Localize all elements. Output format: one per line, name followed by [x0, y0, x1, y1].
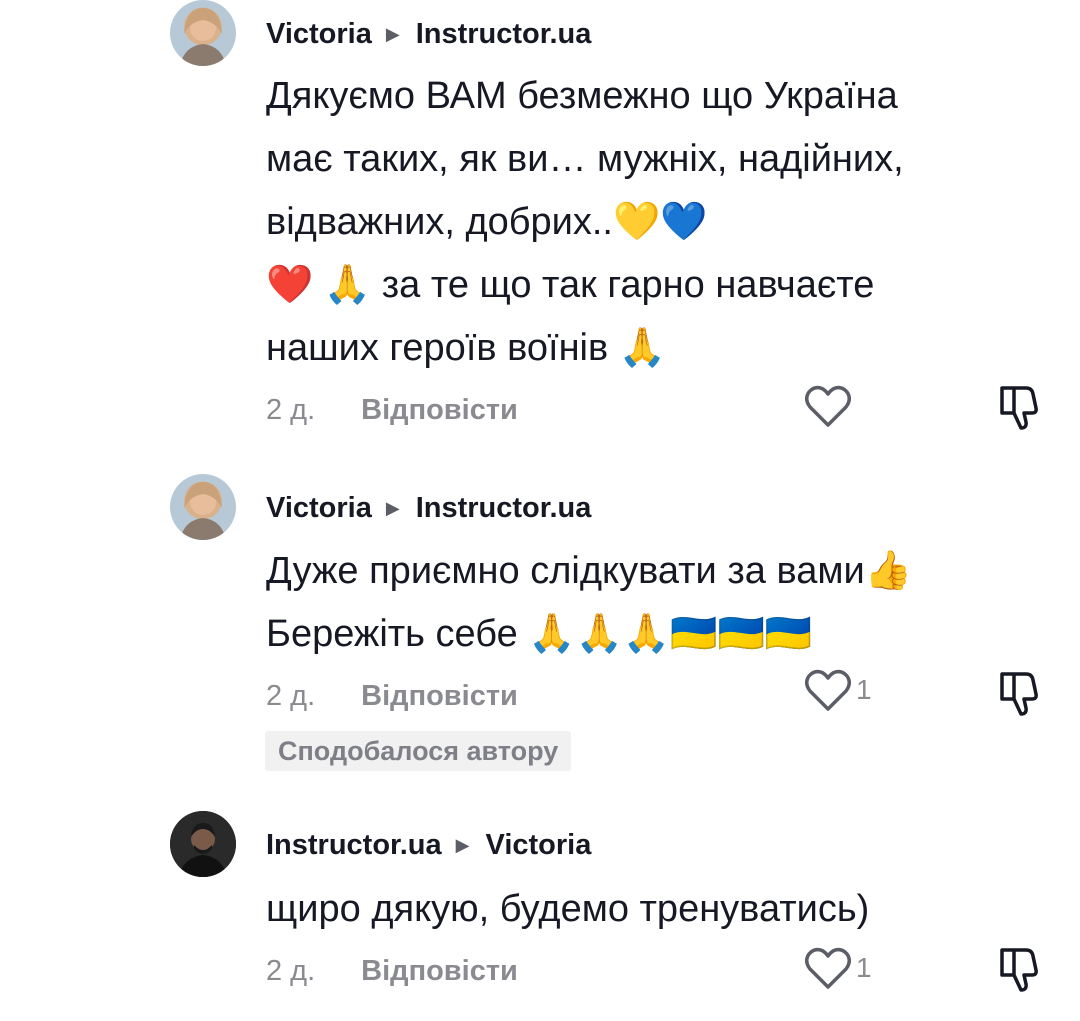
heart-outline-icon [805, 385, 851, 427]
avatar[interactable] [170, 811, 236, 877]
like-count: 1 [856, 674, 872, 705]
comment-text: Дякуємо ВАМ безмежно що Україна має таки… [266, 75, 904, 369]
comment-meta: 2 д. Відповісти [266, 390, 518, 430]
reply-button[interactable]: Відповісти [361, 394, 518, 427]
author-name[interactable]: Victoria [266, 18, 372, 51]
triangle-right-icon: ▶ [455, 834, 470, 855]
reply-button[interactable]: Відповісти [361, 955, 518, 988]
dislike-button[interactable] [996, 380, 1044, 432]
triangle-right-icon: ▶ [385, 497, 400, 518]
thumbs-down-outline-icon [1000, 672, 1038, 716]
comment-text: Дуже приємно слідкувати за вами👍 Бережіт… [266, 550, 912, 655]
reply-to-name[interactable]: Instructor.ua [416, 18, 592, 51]
like-button[interactable]: 1 [804, 942, 872, 994]
timestamp: 2 д. [266, 679, 316, 712]
thumbs-down-outline-icon [1000, 386, 1038, 430]
comment-text: щиро дякую, будемо тренуватись) [266, 888, 870, 930]
comment-header: Instructor.ua ▶ Victoria [266, 825, 591, 865]
dislike-button[interactable] [996, 666, 1044, 718]
thumbs-down-outline-icon [1000, 948, 1038, 992]
timestamp: 2 д. [266, 954, 316, 987]
author-name[interactable]: Victoria [266, 492, 372, 525]
triangle-right-icon: ▶ [385, 23, 400, 44]
author-name[interactable]: Instructor.ua [266, 829, 442, 862]
like-button[interactable] [804, 380, 856, 432]
comment-header: Victoria ▶ Instructor.ua [266, 14, 591, 54]
liked-by-author-badge: Сподобалося автору [265, 731, 572, 771]
reply-to-name[interactable]: Victoria [486, 829, 592, 862]
comment-meta: 2 д. Відповісти [266, 951, 518, 991]
reply-button[interactable]: Відповісти [361, 680, 518, 713]
avatar[interactable] [170, 0, 236, 66]
reply-to-name[interactable]: Instructor.ua [416, 492, 592, 525]
like-count: 1 [856, 952, 872, 983]
heart-outline-icon [805, 947, 851, 989]
comment-header: Victoria ▶ Instructor.ua [266, 488, 591, 528]
timestamp: 2 д. [266, 393, 316, 426]
like-button[interactable]: 1 [804, 664, 872, 716]
dislike-button[interactable] [996, 942, 1044, 994]
heart-outline-icon [805, 669, 851, 711]
avatar[interactable] [170, 474, 236, 540]
comment-meta: 2 д. Відповісти [266, 676, 518, 716]
